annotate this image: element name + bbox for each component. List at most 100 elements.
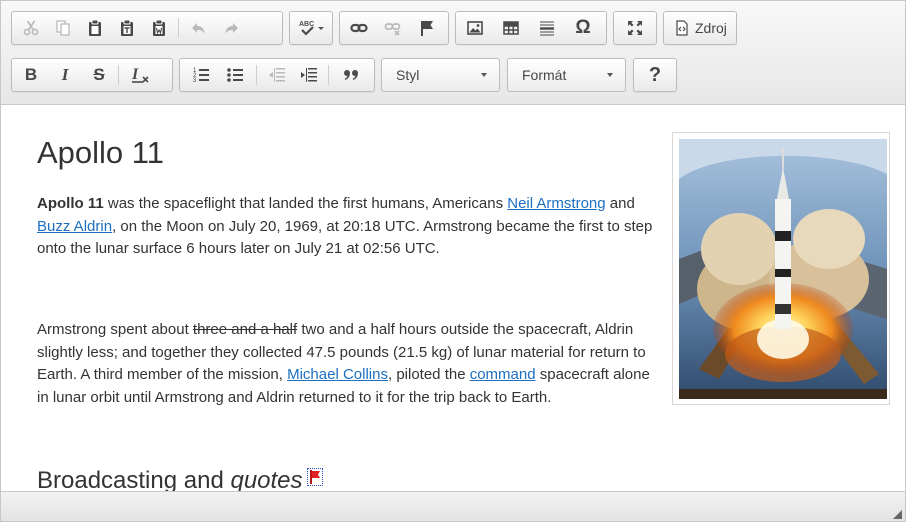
indent-icon [301,68,317,82]
outdent-button[interactable] [262,59,292,91]
link-command[interactable]: command [470,366,536,383]
anchor-flag-icon[interactable] [306,468,323,486]
styles-combo-label: Styl [396,67,420,83]
special-char-button[interactable]: Ω [568,12,598,44]
indent-button[interactable] [294,59,324,91]
svg-text:3: 3 [193,78,197,84]
paragraph-intro: Apollo 11 was the spaceflight that lande… [37,193,665,261]
spellcheck-group: ABC [289,11,333,45]
bold-icon: B [24,65,38,84]
editing-area[interactable]: Apollo 11 Apollo 11 was the spaceflight … [1,105,905,491]
bold-button[interactable]: B [16,59,46,91]
blockquote-icon [344,70,358,80]
wysiwyg-editor: ABC Ω Zdroj B I S I 1 2 3 Styl Formát ? … [0,0,906,522]
help-icon: ? [648,63,662,86]
special-char-icon: Ω [575,17,591,38]
rocket-launch-image [679,139,887,399]
outdent-icon [269,68,285,82]
remove-format-icon: I [131,66,149,83]
image-button[interactable] [460,12,490,44]
text-span: was the spaceflight that landed the firs… [103,195,508,212]
table-icon [503,21,519,35]
chevron-down-icon [481,73,487,77]
maximize-icon [628,21,642,35]
struck-text: three and a half [192,321,298,338]
chevron-down-icon [607,73,613,77]
horizontal-rule-icon [540,21,554,36]
text-span: , piloted the [387,366,470,383]
resize-handle-icon[interactable] [893,510,902,519]
strikethrough-icon: S [93,65,105,84]
section-heading: Broadcasting and quotes [37,467,323,491]
links-group [339,11,449,45]
copy-icon [56,20,70,36]
table-button[interactable] [496,12,526,44]
text-span: Armstrong spent about [37,321,193,338]
italic-icon: I [61,65,69,84]
rocket-launch-illustration [679,139,887,399]
cut-button[interactable] [16,12,46,44]
paste-button[interactable] [80,12,110,44]
paste-text-icon [121,19,133,36]
paragraph-group: 123 [179,58,375,92]
blockquote-button[interactable] [336,59,366,91]
help-button[interactable]: ? [640,59,670,91]
italic-button[interactable]: I [50,59,80,91]
toolbar-separator [256,65,257,85]
basic-styles-group: B I S I [11,58,173,92]
unlink-button[interactable] [378,12,408,44]
image-frame[interactable] [672,132,890,405]
cut-icon [23,20,39,36]
toolbar-separator [328,65,329,85]
help-group: ? [633,58,677,92]
status-bar [1,491,905,521]
source-button-label: Zdroj [695,20,727,36]
anchor-icon [421,21,433,36]
copy-button[interactable] [48,12,78,44]
undo-icon [192,23,205,34]
spellcheck-button[interactable]: ABC [294,12,330,44]
svg-text:I: I [131,66,139,83]
unlink-icon [384,23,401,36]
toolbar-separator [118,65,119,85]
bulleted-list-icon [227,68,243,82]
italic-text: quotes [230,467,303,491]
paste-word-button[interactable] [144,12,174,44]
anchor-button[interactable] [412,12,442,44]
bold-text: Apollo 11 [37,195,104,212]
format-combo[interactable]: Formát [507,58,626,92]
link-neil-armstrong[interactable]: Neil Armstrong [507,195,605,212]
insert-group: Ω [455,11,607,45]
toolbar: ABC Ω Zdroj B I S I 1 2 3 Styl Formát ? [1,1,905,105]
toolbar-separator [178,18,179,38]
source-group: Zdroj [663,11,737,45]
undo-button[interactable] [184,12,214,44]
format-combo-label: Formát [522,67,567,83]
link-buzz-aldrin[interactable]: Buzz Aldrin [37,218,112,235]
redo-button[interactable] [216,12,246,44]
page-title: Apollo 11 [37,135,164,170]
image-icon [467,21,483,35]
horizontal-rule-button[interactable] [532,12,562,44]
paragraph-eva: Armstrong spent about three and a half t… [37,319,665,409]
maximize-button[interactable] [620,12,650,44]
numbered-list-icon: 123 [193,68,209,84]
paste-word-icon [153,19,165,36]
link-michael-collins[interactable]: Michael Collins [287,366,388,383]
source-button[interactable]: Zdroj [664,12,736,44]
link-button[interactable] [344,12,374,44]
text-span: , on the Moon on July 20, 1969, at 20:18… [37,217,653,258]
clipboard-group [11,11,283,45]
numbered-list-button[interactable]: 123 [186,59,216,91]
source-icon [676,20,688,36]
paste-text-button[interactable] [112,12,142,44]
remove-format-button[interactable]: I [126,59,156,91]
styles-combo[interactable]: Styl [381,58,500,92]
strikethrough-button[interactable]: S [84,59,114,91]
tools-group [613,11,657,45]
text-span: and [605,195,635,212]
bulleted-list-button[interactable] [220,59,250,91]
text-span: Broadcasting and [37,467,231,491]
link-icon [350,23,368,33]
redo-icon [225,23,238,34]
